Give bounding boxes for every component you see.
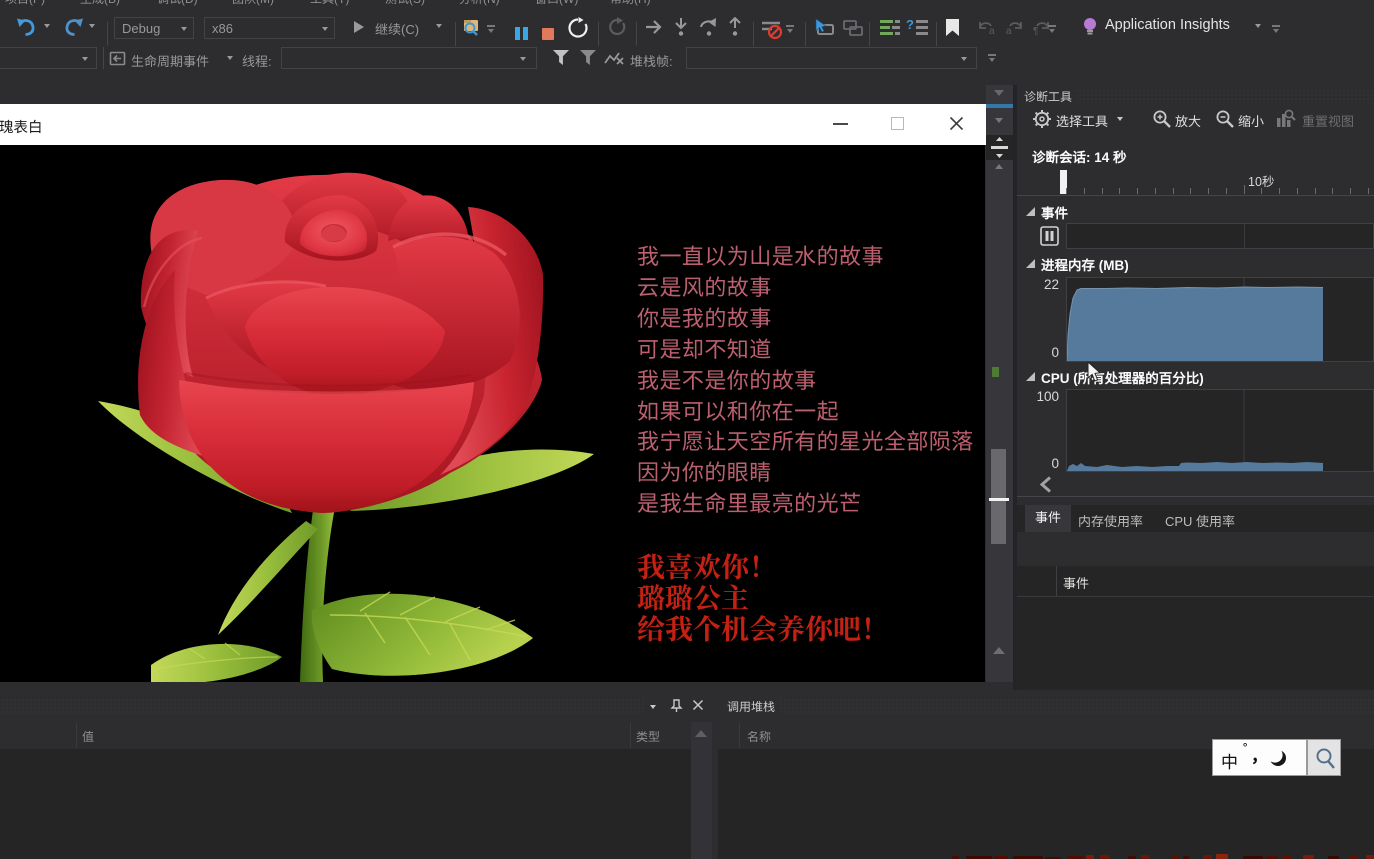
svg-text:a: a (989, 26, 995, 37)
svg-text:?: ? (906, 17, 914, 32)
svg-text:¶: ¶ (1033, 26, 1038, 37)
svg-text:a: a (1006, 26, 1012, 37)
